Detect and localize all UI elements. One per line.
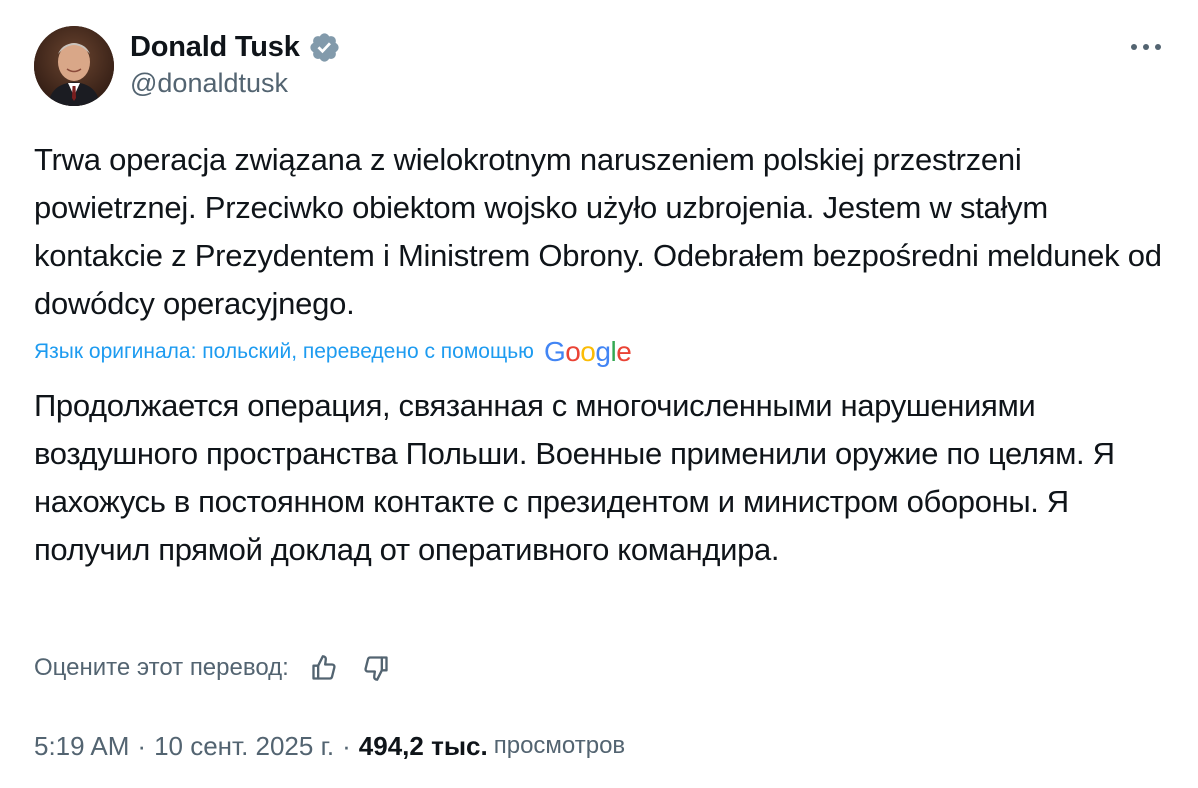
thumbs-up-icon [312, 655, 336, 680]
author-name-row: Donald Tusk [130, 28, 341, 66]
translation-rating: Оцените этот перевод: [34, 648, 393, 688]
tweet-original-text: Trwa operacja związana z wielokrotnym na… [34, 142, 1162, 321]
thumbs-down-button[interactable] [359, 651, 393, 685]
more-horizontal-icon [1131, 44, 1161, 50]
rating-label: Оцените этот перевод: [34, 654, 289, 681]
google-logo: Google [543, 336, 632, 367]
meta-separator: · [137, 730, 147, 761]
tweet-meta: 5:19 AM · 10 сент. 2025 г. · 494,2 тыс. … [34, 724, 625, 768]
translation-source-link[interactable]: Язык оригинала: польский, переведено с п… [34, 340, 534, 364]
avatar-image [34, 26, 114, 106]
tweet-translated-text: Продолжается операция, связанная с много… [34, 388, 1115, 567]
translation-note: Язык оригинала: польский, переведено с п… [34, 334, 632, 370]
thumbs-up-button[interactable] [307, 651, 341, 685]
tweet-time[interactable]: 5:19 AM [34, 731, 129, 762]
author-avatar[interactable] [34, 26, 114, 106]
verified-badge-icon[interactable] [308, 31, 341, 64]
views-label: просмотров [493, 732, 626, 759]
author-handle[interactable]: @donaldtusk [130, 68, 288, 99]
tweet-date[interactable]: 10 сент. 2025 г. [154, 731, 334, 762]
more-options-button[interactable] [1124, 30, 1168, 64]
thumbs-down-icon [364, 656, 388, 681]
meta-separator: · [342, 730, 351, 761]
author-display-name[interactable]: Donald Tusk [130, 31, 300, 64]
views-count: 494,2 тыс. [358, 730, 488, 761]
